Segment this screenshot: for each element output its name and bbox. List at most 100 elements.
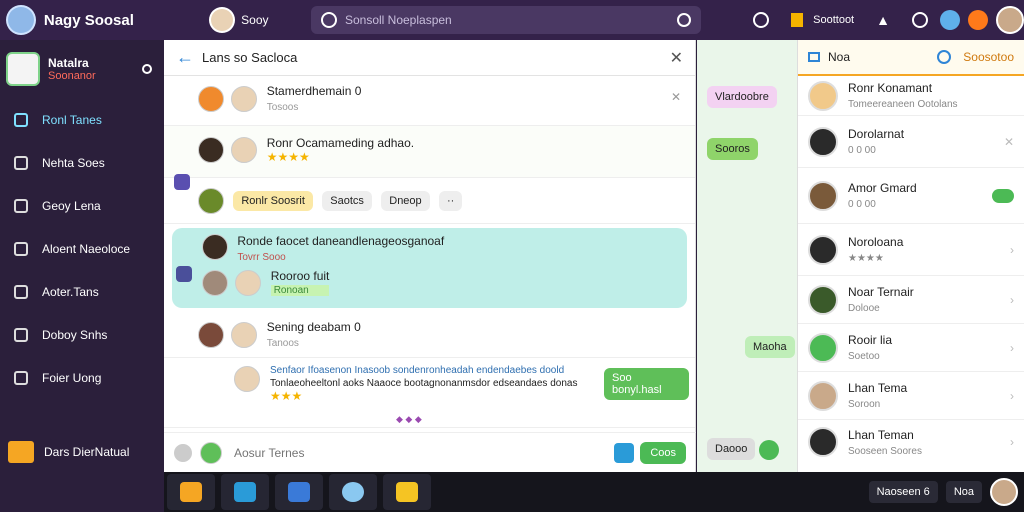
accept-button[interactable] — [992, 188, 1014, 203]
chip[interactable]: Dneop — [381, 191, 430, 212]
strip-pill[interactable]: Sooros — [707, 138, 758, 160]
strip-pill[interactable]: Daooo — [707, 438, 756, 460]
tab-soosotoo[interactable]: Soosotoo — [963, 50, 1014, 64]
sidebar-item-4[interactable]: Aoter.Tans — [0, 270, 164, 313]
main-header: ← Lans so Sacloca ✕ — [164, 40, 695, 76]
upvote-icon[interactable] — [176, 266, 192, 282]
user-name[interactable]: Sooy — [241, 13, 281, 27]
strip-pill[interactable]: Maoha — [745, 336, 795, 358]
tray-avatar[interactable] — [990, 478, 1018, 506]
top-actions: Soottoot ▲ — [753, 6, 1024, 34]
strip-pill[interactable]: Vlardoobre — [707, 86, 777, 108]
chevron-right-icon[interactable]: › — [1010, 243, 1014, 257]
highlighted-post[interactable]: Ronde faocet daneandlenageosganoaf Tovrr… — [172, 228, 687, 308]
post-row[interactable]: Ronr Ocamameding adhao. ★★★★ — [164, 126, 695, 190]
avatar — [202, 234, 228, 260]
close-icon[interactable]: ✕ — [1004, 135, 1014, 149]
tray-menu[interactable]: Noa — [945, 481, 982, 503]
alert-icon: ▲ — [876, 12, 890, 28]
alert-button[interactable]: ▲ — [876, 12, 890, 28]
avatar — [231, 321, 258, 348]
post-row[interactable]: Stamerdhemain 0 Tosoos ✕ — [164, 76, 695, 126]
document-icon — [14, 198, 28, 213]
person-row[interactable]: Noar Ternair Dolooe › — [798, 276, 1024, 324]
sidebar-item-3[interactable]: Aloent Naeoloce — [0, 227, 164, 270]
rating-stars: ★★★ — [270, 389, 303, 403]
info-button[interactable] — [753, 12, 770, 28]
composer-avatar — [200, 441, 222, 464]
attach-icon[interactable] — [174, 443, 192, 462]
app-logo[interactable] — [6, 5, 36, 35]
person-name: Amor Gmard — [848, 181, 917, 195]
search-bar[interactable] — [310, 6, 702, 34]
sidebar-footer-label: Dars DierNatual — [44, 445, 130, 459]
action-chip[interactable]: Soo bonyl.hasl — [604, 368, 689, 400]
notification-button[interactable] — [967, 10, 988, 30]
sidebar-item-6[interactable]: Foier Uong — [0, 356, 164, 399]
chevron-right-icon[interactable]: › — [1010, 435, 1014, 449]
chip[interactable]: Saotcs — [322, 191, 372, 212]
profile-status: Soonanor — [48, 70, 96, 82]
refresh-icon[interactable] — [937, 50, 952, 64]
close-icon[interactable]: ✕ — [670, 48, 683, 68]
sidebar-item-1[interactable]: Nehta Soes — [0, 141, 164, 184]
building-icon — [14, 284, 28, 299]
avatar — [198, 137, 224, 163]
sidebar-footer[interactable]: Dars DierNatual — [0, 432, 164, 472]
person-row[interactable]: Lhan Tema Soroon › — [798, 372, 1024, 420]
person-row[interactable]: Dorolarnat 0 0 00 ✕ — [798, 116, 1024, 168]
chevron-right-icon[interactable]: › — [1010, 389, 1014, 403]
chevron-right-icon[interactable]: › — [1010, 293, 1014, 307]
avatar — [235, 269, 262, 296]
avatar — [198, 188, 224, 214]
avatar — [808, 284, 838, 315]
avatar — [808, 427, 838, 457]
tray-label: Soottoot — [813, 14, 855, 26]
sidebar-item-2[interactable]: Geoy Lena — [0, 184, 164, 227]
sidebar-item-0[interactable]: Ronl Tanes — [0, 98, 164, 141]
post-row[interactable]: Sening deabam 0 Tanoos — [164, 312, 695, 358]
close-icon[interactable]: ✕ — [671, 90, 681, 104]
share-icon[interactable] — [614, 442, 635, 463]
person-row[interactable]: Rooir lia Soetoo › — [798, 324, 1024, 372]
search-submit-icon[interactable] — [677, 13, 692, 27]
profile-avatar[interactable] — [995, 6, 1024, 34]
profile-card[interactable]: Natalra Soonanor — [0, 40, 164, 98]
chevron-right-icon[interactable]: › — [1010, 341, 1014, 355]
sidebar-item-5[interactable]: Doboy Snhs — [0, 313, 164, 356]
clock-button[interactable] — [911, 12, 928, 28]
taskbar-app-3[interactable] — [275, 474, 323, 510]
globe-button[interactable] — [939, 10, 960, 30]
chip[interactable]: Ronlr Soosrit — [233, 191, 313, 212]
user-avatar[interactable] — [209, 7, 236, 33]
person-row[interactable]: Lhan Teman Sooseen Soores › — [798, 420, 1024, 464]
person-row[interactable]: Amor Gmard 0 0 00 — [798, 168, 1024, 224]
post-row[interactable]: Senfaor Ifoasenon Inasoob sondenronheada… — [164, 358, 695, 428]
person-row[interactable]: Noroloana ★★★★ › — [798, 224, 1024, 276]
send-button[interactable]: Coos — [640, 441, 686, 464]
taskbar: Naoseen 6 Noa — [164, 472, 1024, 512]
avatar — [231, 85, 258, 112]
avatar — [808, 332, 838, 363]
main-title: Lans so Sacloca — [202, 50, 298, 65]
tray-notifications[interactable]: Naoseen 6 — [868, 481, 938, 503]
more-chip[interactable]: ·· — [439, 191, 463, 212]
taskbar-app-4[interactable] — [329, 474, 377, 510]
sidebar-item-label: Foier Uong — [42, 370, 102, 385]
search-input[interactable] — [344, 13, 678, 27]
reply-status: Ronoan — [270, 285, 330, 296]
back-arrow-icon[interactable]: ← — [176, 47, 194, 68]
avatar — [231, 137, 258, 163]
taskbar-app-1[interactable] — [167, 474, 215, 510]
reactions[interactable]: ◆ ◆ ◆ — [396, 414, 422, 425]
home-icon — [14, 370, 28, 385]
person-row[interactable]: Ronr Konamant Tomeereaneen Ootolans — [798, 76, 1024, 116]
search-icon — [320, 12, 337, 28]
comment-input[interactable] — [234, 445, 615, 460]
status-toggle-icon[interactable] — [142, 64, 152, 74]
tray-button[interactable]: Soottoot — [791, 13, 854, 27]
taskbar-app-2[interactable] — [221, 474, 269, 510]
taskbar-app-5[interactable] — [383, 474, 431, 510]
tab-noa[interactable]: Noa — [828, 50, 850, 64]
check-icon[interactable] — [759, 440, 779, 460]
